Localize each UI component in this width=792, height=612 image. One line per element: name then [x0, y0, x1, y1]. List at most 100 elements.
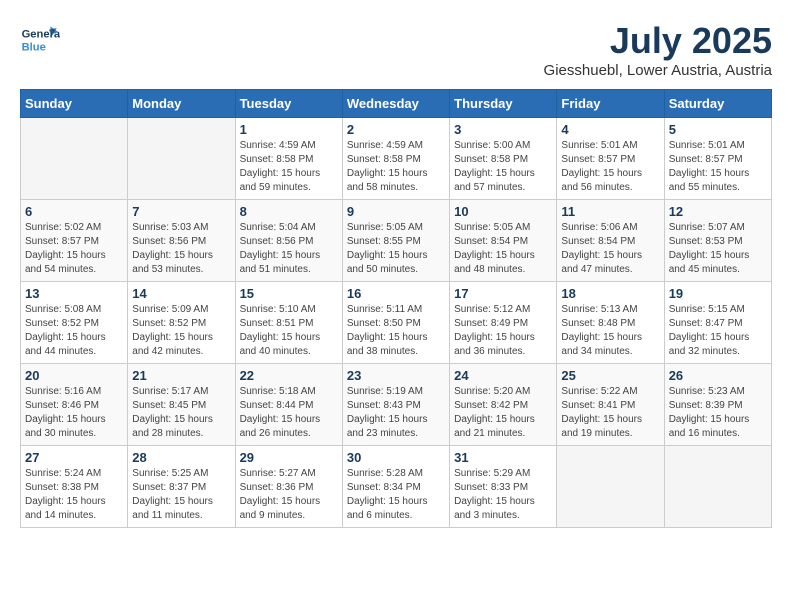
calendar-cell: 20Sunrise: 5:16 AMSunset: 8:46 PMDayligh… [21, 364, 128, 446]
logo: General Blue [20, 20, 60, 60]
cell-content: Sunrise: 5:06 AMSunset: 8:54 PMDaylight:… [561, 221, 659, 277]
weekday-header-monday: Monday [128, 90, 235, 118]
day-number: 23 [347, 368, 445, 383]
day-number: 25 [561, 368, 659, 383]
cell-content: Sunrise: 5:23 AMSunset: 8:39 PMDaylight:… [669, 385, 767, 441]
day-number: 3 [454, 122, 552, 137]
calendar-cell: 23 Sunrise: 5:19 AMSunset: 8:43 PMDayligh… [342, 364, 449, 446]
calendar-cell: 19 Sunrise: 5:15 AMSunset: 8:47 PMDayligh… [664, 282, 771, 364]
cell-content: Sunrise: 5:08 AMSunset: 8:52 PMDaylight:… [25, 303, 123, 359]
cell-content: Sunrise: 5:13 AMSunset: 8:48 PMDaylight:… [561, 303, 659, 359]
calendar-cell: 6Sunrise: 5:02 AMSunset: 8:57 PMDaylight… [21, 200, 128, 282]
cell-content: Sunrise: 5:27 AMSunset: 8:36 PMDaylight:… [240, 467, 338, 523]
calendar-week-2: 6Sunrise: 5:02 AMSunset: 8:57 PMDaylight… [21, 200, 772, 282]
calendar-week-4: 20Sunrise: 5:16 AMSunset: 8:46 PMDayligh… [21, 364, 772, 446]
calendar-cell: 2 Sunrise: 4:59 AMSunset: 8:58 PMDaylight… [342, 118, 449, 200]
cell-content: Sunrise: 5:29 AMSunset: 8:33 PMDaylight:… [454, 467, 552, 523]
day-number: 14 [132, 286, 230, 301]
calendar-cell [128, 118, 235, 200]
day-number: 20 [25, 368, 123, 383]
day-number: 22 [240, 368, 338, 383]
calendar-cell: 8Sunrise: 5:04 AMSunset: 8:56 PMDaylight… [235, 200, 342, 282]
cell-content: Sunrise: 5:25 AMSunset: 8:37 PMDaylight:… [132, 467, 230, 523]
day-number: 4 [561, 122, 659, 137]
calendar-cell: 26 Sunrise: 5:23 AMSunset: 8:39 PMDayligh… [664, 364, 771, 446]
calendar-cell: 3 Sunrise: 5:00 AMSunset: 8:58 PMDaylight… [450, 118, 557, 200]
weekday-header-friday: Friday [557, 90, 664, 118]
day-number: 1 [240, 122, 338, 137]
day-number: 2 [347, 122, 445, 137]
calendar-cell [664, 446, 771, 528]
day-number: 11 [561, 204, 659, 219]
cell-content: Sunrise: 5:12 AMSunset: 8:49 PMDaylight:… [454, 303, 552, 359]
calendar-table: SundayMondayTuesdayWednesdayThursdayFrid… [20, 89, 772, 528]
cell-content: Sunrise: 5:04 AMSunset: 8:56 PMDaylight:… [240, 221, 338, 277]
day-number: 27 [25, 450, 123, 465]
calendar-cell: 27 Sunrise: 5:24 AMSunset: 8:38 PMDayligh… [21, 446, 128, 528]
day-number: 16 [347, 286, 445, 301]
cell-content: Sunrise: 5:18 AMSunset: 8:44 PMDaylight:… [240, 385, 338, 441]
calendar-cell: 24Sunrise: 5:20 AMSunset: 8:42 PMDayligh… [450, 364, 557, 446]
weekday-header-wednesday: Wednesday [342, 90, 449, 118]
month-title: July 2025 [544, 20, 772, 62]
cell-content: Sunrise: 5:19 AMSunset: 8:43 PMDaylight:… [347, 385, 445, 441]
day-number: 6 [25, 204, 123, 219]
calendar-cell: 21Sunrise: 5:17 AMSunset: 8:45 PMDayligh… [128, 364, 235, 446]
calendar-cell: 5Sunrise: 5:01 AMSunset: 8:57 PMDaylight… [664, 118, 771, 200]
cell-content: Sunrise: 5:01 AMSunset: 8:57 PMDaylight:… [669, 139, 767, 195]
day-number: 18 [561, 286, 659, 301]
calendar-cell: 1 Sunrise: 4:59 AMSunset: 8:58 PMDaylight… [235, 118, 342, 200]
calendar-cell: 12 Sunrise: 5:07 AMSunset: 8:53 PMDayligh… [664, 200, 771, 282]
day-number: 13 [25, 286, 123, 301]
weekday-header-thursday: Thursday [450, 90, 557, 118]
weekday-header-tuesday: Tuesday [235, 90, 342, 118]
calendar-cell: 17 Sunrise: 5:12 AMSunset: 8:49 PMDayligh… [450, 282, 557, 364]
cell-content: Sunrise: 5:05 AMSunset: 8:55 PMDaylight:… [347, 221, 445, 277]
cell-content: Sunrise: 5:11 AMSunset: 8:50 PMDaylight:… [347, 303, 445, 359]
cell-content: Sunrise: 4:59 AMSunset: 8:58 PMDaylight:… [347, 139, 445, 195]
cell-content: Sunrise: 5:20 AMSunset: 8:42 PMDaylight:… [454, 385, 552, 441]
cell-content: Sunrise: 5:09 AMSunset: 8:52 PMDaylight:… [132, 303, 230, 359]
cell-content: Sunrise: 5:00 AMSunset: 8:58 PMDaylight:… [454, 139, 552, 195]
day-number: 19 [669, 286, 767, 301]
weekday-header-saturday: Saturday [664, 90, 771, 118]
calendar-week-3: 13 Sunrise: 5:08 AMSunset: 8:52 PMDayligh… [21, 282, 772, 364]
calendar-cell: 13 Sunrise: 5:08 AMSunset: 8:52 PMDayligh… [21, 282, 128, 364]
calendar-cell: 18 Sunrise: 5:13 AMSunset: 8:48 PMDayligh… [557, 282, 664, 364]
day-number: 26 [669, 368, 767, 383]
day-number: 12 [669, 204, 767, 219]
svg-text:Blue: Blue [22, 41, 46, 53]
page-header: General Blue July 2025 Giesshuebl, Lower… [20, 20, 772, 79]
day-number: 7 [132, 204, 230, 219]
day-number: 10 [454, 204, 552, 219]
day-number: 17 [454, 286, 552, 301]
cell-content: Sunrise: 5:10 AMSunset: 8:51 PMDaylight:… [240, 303, 338, 359]
calendar-cell: 25 Sunrise: 5:22 AMSunset: 8:41 PMDayligh… [557, 364, 664, 446]
cell-content: Sunrise: 4:59 AMSunset: 8:58 PMDaylight:… [240, 139, 338, 195]
day-number: 9 [347, 204, 445, 219]
calendar-cell: 4 Sunrise: 5:01 AMSunset: 8:57 PMDaylight… [557, 118, 664, 200]
calendar-cell: 28Sunrise: 5:25 AMSunset: 8:37 PMDayligh… [128, 446, 235, 528]
calendar-cell: 11 Sunrise: 5:06 AMSunset: 8:54 PMDayligh… [557, 200, 664, 282]
cell-content: Sunrise: 5:15 AMSunset: 8:47 PMDaylight:… [669, 303, 767, 359]
cell-content: Sunrise: 5:28 AMSunset: 8:34 PMDaylight:… [347, 467, 445, 523]
calendar-cell: 15Sunrise: 5:10 AMSunset: 8:51 PMDayligh… [235, 282, 342, 364]
calendar-cell: 29 Sunrise: 5:27 AMSunset: 8:36 PMDayligh… [235, 446, 342, 528]
cell-content: Sunrise: 5:22 AMSunset: 8:41 PMDaylight:… [561, 385, 659, 441]
weekday-header-sunday: Sunday [21, 90, 128, 118]
day-number: 31 [454, 450, 552, 465]
calendar-cell: 22 Sunrise: 5:18 AMSunset: 8:44 PMDayligh… [235, 364, 342, 446]
cell-content: Sunrise: 5:07 AMSunset: 8:53 PMDaylight:… [669, 221, 767, 277]
calendar-cell: 7Sunrise: 5:03 AMSunset: 8:56 PMDaylight… [128, 200, 235, 282]
cell-content: Sunrise: 5:01 AMSunset: 8:57 PMDaylight:… [561, 139, 659, 195]
calendar-cell: 10Sunrise: 5:05 AMSunset: 8:54 PMDayligh… [450, 200, 557, 282]
day-number: 29 [240, 450, 338, 465]
title-section: July 2025 Giesshuebl, Lower Austria, Aus… [544, 20, 772, 79]
weekday-header-row: SundayMondayTuesdayWednesdayThursdayFrid… [21, 90, 772, 118]
day-number: 21 [132, 368, 230, 383]
cell-content: Sunrise: 5:24 AMSunset: 8:38 PMDaylight:… [25, 467, 123, 523]
calendar-cell: 9 Sunrise: 5:05 AMSunset: 8:55 PMDaylight… [342, 200, 449, 282]
calendar-cell: 14 Sunrise: 5:09 AMSunset: 8:52 PMDayligh… [128, 282, 235, 364]
calendar-week-5: 27 Sunrise: 5:24 AMSunset: 8:38 PMDayligh… [21, 446, 772, 528]
calendar-cell: 16 Sunrise: 5:11 AMSunset: 8:50 PMDayligh… [342, 282, 449, 364]
